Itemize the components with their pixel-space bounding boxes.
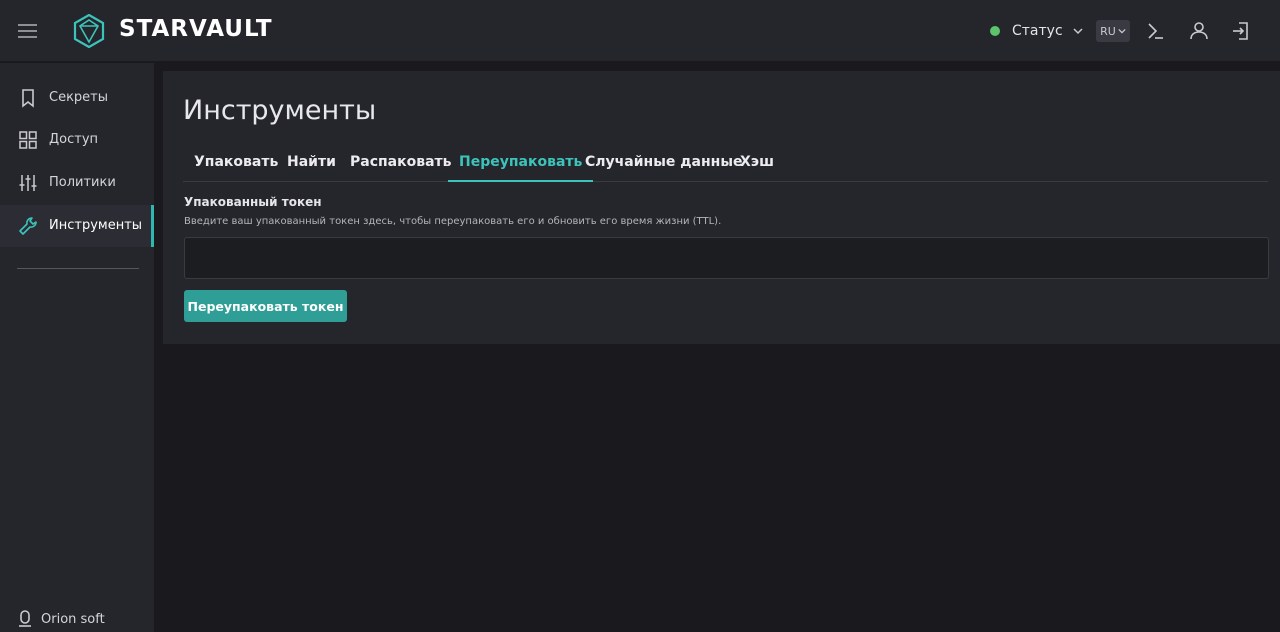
status-indicator-icon bbox=[990, 26, 1000, 36]
page-title: Инструменты bbox=[183, 95, 377, 126]
sidebar-item-label: Секреты bbox=[49, 90, 109, 105]
wrapped-token-input[interactable] bbox=[184, 237, 1269, 279]
sidebar-item-access[interactable]: Доступ bbox=[0, 119, 154, 161]
tab-unwrap[interactable]: Распаковать bbox=[339, 145, 463, 182]
sidebar: Секреты Доступ Политики Инструменты Orio… bbox=[0, 63, 154, 632]
sidebar-item-secrets[interactable]: Секреты bbox=[0, 77, 154, 119]
sidebar-divider bbox=[17, 268, 139, 269]
menu-icon[interactable] bbox=[18, 23, 37, 39]
logout-icon[interactable] bbox=[1230, 20, 1252, 42]
chevron-down-icon bbox=[1073, 28, 1083, 35]
bookmark-icon bbox=[22, 89, 34, 108]
sidebar-item-tools[interactable]: Инструменты bbox=[0, 205, 154, 247]
top-header: STARVAULT Статус RU bbox=[0, 0, 1280, 62]
sidebar-item-label: Доступ bbox=[49, 132, 99, 147]
sidebar-item-label: Политики bbox=[49, 175, 116, 190]
tab-rewrap[interactable]: Переупаковать bbox=[448, 145, 594, 182]
brand-name[interactable]: STARVAULT bbox=[119, 16, 273, 42]
orion-logo-icon bbox=[19, 610, 31, 627]
token-field-label: Упакованный токен bbox=[184, 195, 322, 209]
tools-tabs: Упаковать Найти Распаковать Переупаковат… bbox=[183, 145, 1268, 182]
logo-icon[interactable] bbox=[73, 14, 105, 48]
grid-icon bbox=[19, 131, 37, 149]
tab-random-data[interactable]: Случайные данные bbox=[574, 145, 753, 182]
rewrap-token-button[interactable]: Переупаковать токен bbox=[184, 290, 347, 322]
token-field-help: Введите ваш упакованный токен здесь, что… bbox=[184, 216, 722, 227]
sidebar-item-policies[interactable]: Политики bbox=[0, 162, 154, 204]
terminal-icon[interactable] bbox=[1145, 20, 1167, 42]
tab-lookup[interactable]: Найти bbox=[276, 145, 347, 182]
footer-brand: Orion soft bbox=[18, 610, 105, 628]
status-label: Статус bbox=[1012, 23, 1063, 39]
status-dropdown[interactable]: Статус bbox=[990, 20, 1083, 42]
sidebar-item-label: Инструменты bbox=[49, 218, 143, 233]
tools-panel: Инструменты Упаковать Найти Распаковать … bbox=[163, 71, 1280, 344]
wrench-icon bbox=[19, 217, 37, 235]
tab-wrap[interactable]: Упаковать bbox=[183, 145, 289, 182]
tab-hash[interactable]: Хэш bbox=[729, 145, 785, 182]
language-select[interactable]: RU bbox=[1096, 20, 1130, 42]
sliders-icon bbox=[19, 175, 37, 191]
footer-brand-label: Orion soft bbox=[41, 611, 105, 627]
user-icon[interactable] bbox=[1188, 20, 1210, 42]
chevron-down-icon bbox=[1118, 28, 1126, 34]
language-label: RU bbox=[1100, 24, 1116, 38]
